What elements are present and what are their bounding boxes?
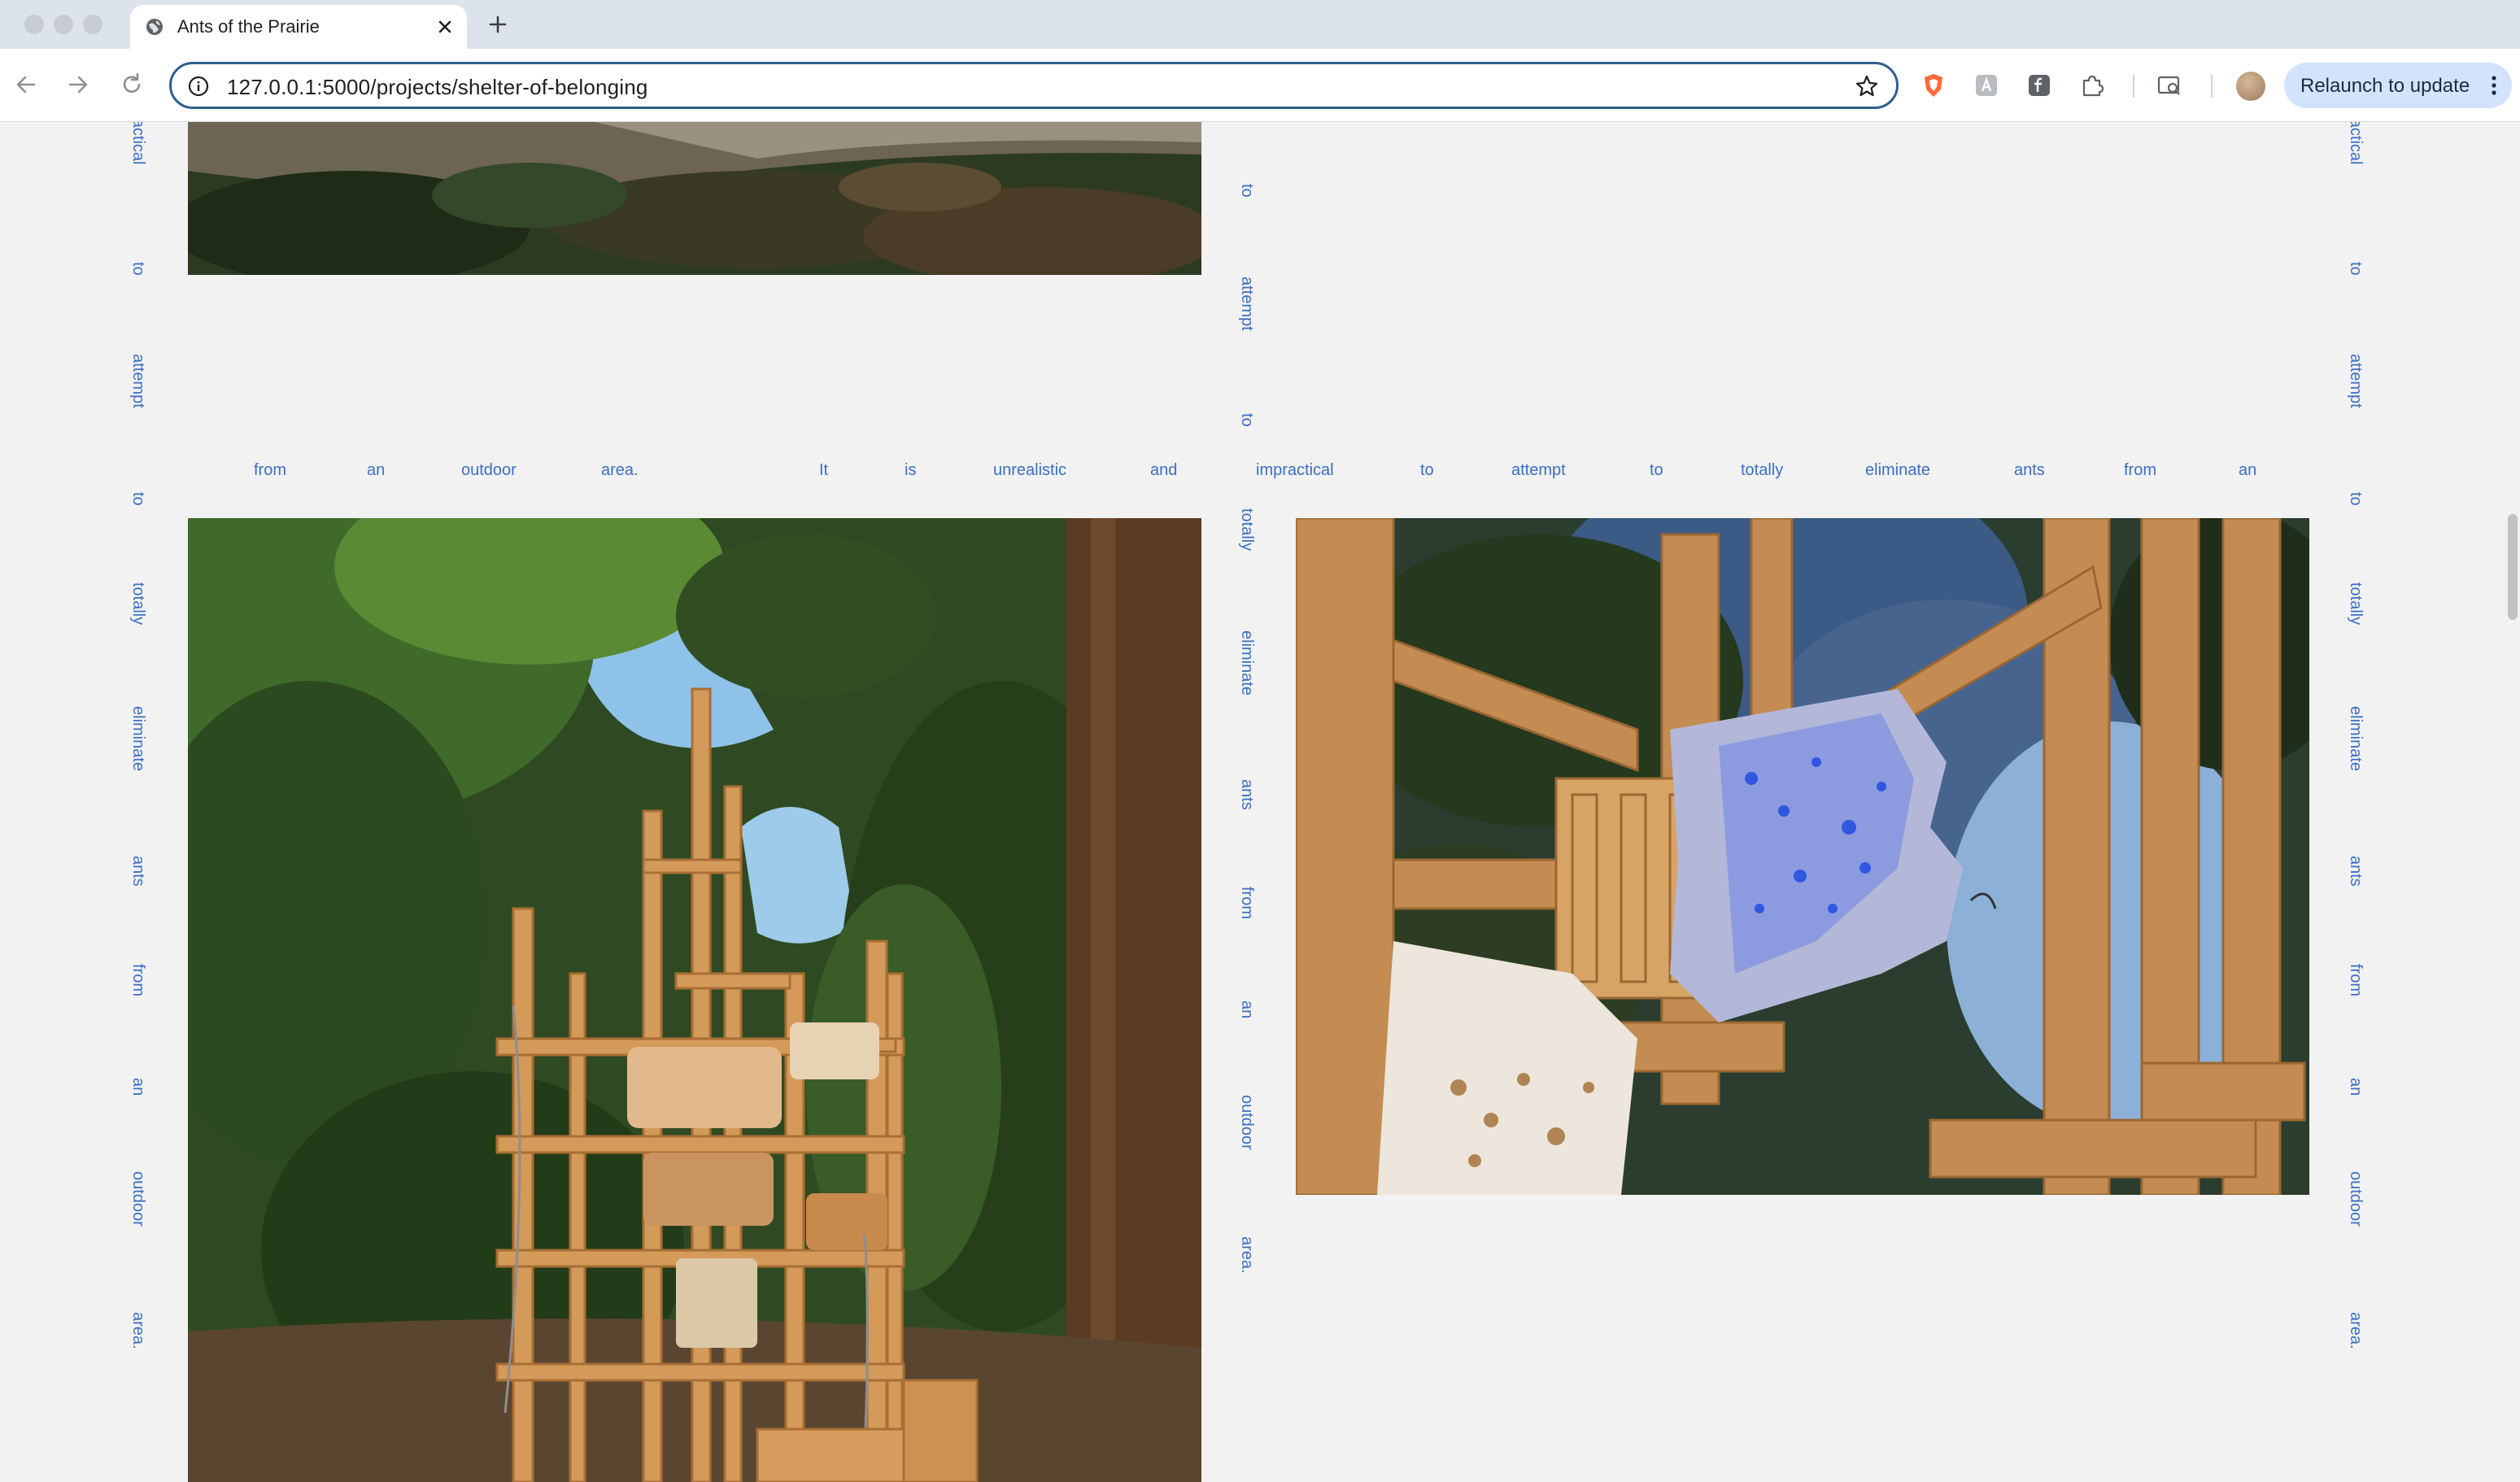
- font-extension-icon[interactable]: [2025, 72, 2053, 99]
- word: outdoor: [2347, 1171, 2365, 1227]
- tab-title: Ants of the Prairie: [177, 16, 320, 37]
- site-info-icon[interactable]: [188, 76, 209, 97]
- word: eliminate: [2347, 706, 2365, 772]
- project-page: from an outdoor area. It is unrealistic …: [0, 122, 2520, 1482]
- word: ants: [2014, 461, 2045, 479]
- word: attempt: [1511, 461, 1566, 479]
- word: attempt: [129, 354, 147, 408]
- word: eliminate: [1865, 461, 1931, 479]
- word: to: [2347, 492, 2365, 506]
- word: an: [1238, 1000, 1256, 1019]
- word: an: [2239, 461, 2257, 479]
- word: outdoor: [1238, 1095, 1256, 1150]
- word: to: [1238, 413, 1256, 427]
- browser-toolbar: 127.0.0.1:5000/projects/shelter-of-belon…: [0, 49, 2520, 122]
- word: an: [129, 1078, 147, 1096]
- word: to: [1420, 461, 1434, 479]
- word: outdoor: [129, 1171, 147, 1227]
- word: ants: [2347, 856, 2365, 887]
- word: from: [254, 461, 286, 479]
- word: practical: [2347, 122, 2365, 165]
- profile-avatar[interactable]: [2236, 72, 2265, 101]
- word: an: [367, 461, 386, 479]
- puzzle-extensions-icon[interactable]: [2078, 72, 2106, 99]
- toolbar-divider: [2211, 75, 2213, 98]
- tab-strip: Ants of the Prairie: [0, 0, 2520, 49]
- word: totally: [129, 582, 147, 625]
- word: to: [1238, 184, 1256, 198]
- tab-search-icon[interactable]: [2156, 72, 2183, 99]
- translate-extension-icon[interactable]: [1973, 72, 2000, 99]
- forward-arrow-icon[interactable]: [63, 70, 93, 99]
- relaunch-label: Relaunch to update: [2300, 75, 2470, 97]
- word: ants: [129, 856, 147, 887]
- page-scrollbar-thumb[interactable]: [2508, 514, 2518, 620]
- reload-icon[interactable]: [117, 70, 146, 99]
- back-arrow-icon[interactable]: [11, 70, 41, 99]
- word: It: [819, 461, 829, 479]
- word: from: [2347, 964, 2365, 996]
- window-minimize-dot[interactable]: [54, 15, 73, 34]
- word: totally: [1238, 508, 1256, 551]
- word: an: [2347, 1078, 2365, 1096]
- word: to: [2347, 262, 2365, 276]
- word: unrealistic: [993, 461, 1067, 479]
- word: ants: [1238, 779, 1256, 810]
- word: attempt: [1238, 277, 1256, 331]
- globe-icon: [146, 19, 163, 35]
- word: practical: [129, 122, 147, 165]
- word: attempt: [2347, 354, 2365, 408]
- word: is: [905, 461, 917, 479]
- word: outdoor: [461, 461, 517, 479]
- word: from: [129, 964, 147, 996]
- word: eliminate: [1238, 630, 1256, 696]
- relaunch-to-update-button[interactable]: Relaunch to update: [2284, 63, 2512, 108]
- window-close-dot[interactable]: [24, 15, 44, 34]
- word: and: [1150, 461, 1178, 479]
- word: impractical: [1256, 461, 1334, 479]
- new-tab-plus-icon[interactable]: [485, 11, 511, 37]
- active-tab[interactable]: Ants of the Prairie: [130, 5, 467, 49]
- word: area.: [1238, 1236, 1256, 1274]
- word: to: [129, 492, 147, 506]
- word: area.: [601, 461, 639, 479]
- word: area.: [2347, 1312, 2365, 1349]
- word: eliminate: [129, 706, 147, 772]
- word: totally: [1741, 461, 1784, 479]
- close-icon[interactable]: [433, 15, 457, 39]
- word: to: [1650, 461, 1663, 479]
- word: from: [2124, 461, 2156, 479]
- word: from: [1238, 887, 1256, 919]
- word: totally: [2347, 582, 2365, 625]
- word: area.: [129, 1312, 147, 1349]
- url-text: 127.0.0.1:5000/projects/shelter-of-belon…: [227, 75, 648, 99]
- window-zoom-dot[interactable]: [83, 15, 102, 34]
- photo-forest-floor: [188, 122, 1201, 275]
- more-vertical-icon[interactable]: [2487, 72, 2500, 98]
- word: to: [129, 262, 147, 276]
- photo-wooden-frame-closeup: [1296, 518, 2309, 1195]
- brave-shield-extension-icon[interactable]: [1920, 72, 1947, 99]
- photo-wooden-tower-in-forest: [188, 518, 1201, 1482]
- address-bar[interactable]: 127.0.0.1:5000/projects/shelter-of-belon…: [169, 62, 1899, 109]
- bookmark-star-icon[interactable]: [1854, 73, 1880, 99]
- toolbar-divider: [2133, 75, 2134, 98]
